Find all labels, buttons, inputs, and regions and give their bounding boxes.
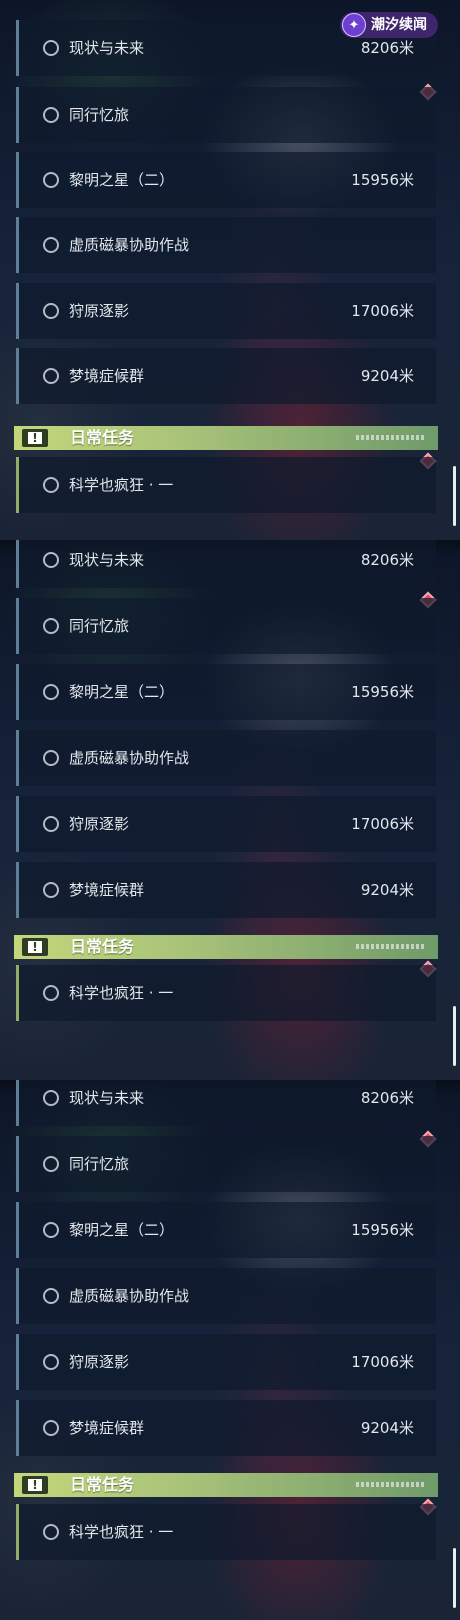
quest-row[interactable]: 黎明之星（二） 15956米 [16, 152, 436, 208]
quest-row[interactable]: 现状与未来 8206米 [16, 1080, 436, 1126]
radio-circle-icon [43, 750, 59, 766]
quest-name: 现状与未来 [69, 39, 145, 57]
quest-name: 黎明之星（二） [69, 683, 175, 701]
quest-panel-2: 现状与未来 8206米 同行忆旅 黎明之星（二） 15956米 虚质磁暴协助作战… [0, 540, 460, 1080]
scrollbar-thumb[interactable] [453, 466, 456, 526]
radio-circle-icon [43, 552, 59, 568]
exclamation-icon [22, 1476, 48, 1494]
radio-circle-icon [43, 172, 59, 188]
quest-distance: 9204米 [360, 1419, 414, 1437]
quest-row[interactable]: 同行忆旅 [16, 1136, 436, 1192]
radio-circle-icon [43, 368, 59, 384]
radio-circle-icon [43, 1288, 59, 1304]
header-decoration [356, 1482, 426, 1487]
radio-circle-icon [43, 618, 59, 634]
quest-panel-1: 现状与未来 8206米 同行忆旅 黎明之星（二） 15956米 虚质磁暴协助作战… [0, 0, 460, 540]
quest-row[interactable]: 梦境症候群 9204米 [16, 1400, 436, 1456]
quest-distance: 17006米 [351, 1353, 414, 1371]
section-title: 日常任务 [70, 1475, 135, 1494]
quest-row[interactable]: 狩原逐影 17006米 [16, 283, 436, 339]
quest-row[interactable]: 虚质磁暴协助作战 [16, 1268, 436, 1324]
quest-name: 虚质磁暴协助作战 [69, 1287, 190, 1305]
quest-distance: 17006米 [351, 815, 414, 833]
quest-distance: 15956米 [351, 683, 414, 701]
quest-panel-3: 现状与未来 8206米 同行忆旅 黎明之星（二） 15956米 虚质磁暴协助作战… [0, 1080, 460, 1620]
quest-name: 梦境症候群 [69, 1419, 145, 1437]
radio-circle-icon [43, 477, 59, 493]
quest-name: 黎明之星（二） [69, 171, 175, 189]
radio-circle-icon [43, 1420, 59, 1436]
quest-name: 同行忆旅 [69, 617, 130, 635]
quest-name: 虚质磁暴协助作战 [69, 749, 190, 767]
radio-circle-icon [43, 985, 59, 1001]
watermark-text: 潮汐续闻 [371, 17, 427, 33]
quest-row[interactable]: 同行忆旅 [16, 598, 436, 654]
quest-name: 狩原逐影 [69, 302, 130, 320]
header-decoration [356, 435, 426, 440]
daily-quests-header[interactable]: 日常任务 [14, 935, 438, 959]
radio-circle-icon [43, 237, 59, 253]
daily-quest-row[interactable]: 科学也疯狂 · 一 [16, 1504, 436, 1560]
quest-row[interactable]: 现状与未来 8206米 [16, 540, 436, 588]
radio-circle-icon [43, 684, 59, 700]
quest-row[interactable]: 虚质磁暴协助作战 [16, 730, 436, 786]
quest-name: 梦境症候群 [69, 367, 145, 385]
quest-name: 同行忆旅 [69, 106, 130, 124]
daily-quest-row[interactable]: 科学也疯狂 · 一 [16, 457, 436, 513]
quest-name: 狩原逐影 [69, 1353, 130, 1371]
radio-circle-icon [43, 303, 59, 319]
scrollbar-thumb[interactable] [453, 1548, 456, 1608]
quest-name: 黎明之星（二） [69, 1221, 175, 1239]
quest-name: 科学也疯狂 · 一 [69, 1523, 174, 1541]
radio-circle-icon [43, 816, 59, 832]
radio-circle-icon [43, 1524, 59, 1540]
quest-row[interactable]: 黎明之星（二） 15956米 [16, 664, 436, 720]
quest-name: 同行忆旅 [69, 1155, 130, 1173]
quest-row[interactable]: 狩原逐影 17006米 [16, 1334, 436, 1390]
radio-circle-icon [43, 107, 59, 123]
quest-row[interactable]: 同行忆旅 [16, 87, 436, 143]
radio-circle-icon [43, 882, 59, 898]
quest-name: 梦境症候群 [69, 881, 145, 899]
daily-quests-header[interactable]: 日常任务 [14, 426, 438, 450]
quest-name: 现状与未来 [69, 551, 145, 569]
radio-circle-icon [43, 1222, 59, 1238]
exclamation-icon [22, 938, 48, 956]
quest-row[interactable]: 虚质磁暴协助作战 [16, 217, 436, 273]
radio-circle-icon [43, 1354, 59, 1370]
quest-distance: 15956米 [351, 1221, 414, 1239]
quest-name: 科学也疯狂 · 一 [69, 984, 174, 1002]
quest-name: 虚质磁暴协助作战 [69, 236, 190, 254]
quest-name: 科学也疯狂 · 一 [69, 476, 174, 494]
radio-circle-icon [43, 1090, 59, 1106]
section-title: 日常任务 [70, 937, 135, 956]
quest-row[interactable]: 黎明之星（二） 15956米 [16, 1202, 436, 1258]
scrollbar-thumb[interactable] [453, 1006, 456, 1066]
section-title: 日常任务 [70, 428, 135, 447]
quest-distance: 8206米 [360, 551, 414, 569]
exclamation-icon [22, 429, 48, 447]
radio-circle-icon [43, 40, 59, 56]
quest-distance: 8206米 [360, 1089, 414, 1107]
quest-name: 狩原逐影 [69, 815, 130, 833]
wave-logo-icon: ✦ [342, 13, 366, 37]
header-decoration [356, 944, 426, 949]
quest-row[interactable]: 梦境症候群 9204米 [16, 348, 436, 404]
daily-quest-row[interactable]: 科学也疯狂 · 一 [16, 965, 436, 1021]
quest-row[interactable]: 狩原逐影 17006米 [16, 796, 436, 852]
quest-distance: 15956米 [351, 171, 414, 189]
quest-name: 现状与未来 [69, 1089, 145, 1107]
watermark-logo: ✦ 潮汐续闻 [340, 12, 438, 38]
quest-distance: 9204米 [360, 367, 414, 385]
quest-distance: 17006米 [351, 302, 414, 320]
radio-circle-icon [43, 1156, 59, 1172]
quest-distance: 9204米 [360, 881, 414, 899]
daily-quests-header[interactable]: 日常任务 [14, 1473, 438, 1497]
quest-row[interactable]: 梦境症候群 9204米 [16, 862, 436, 918]
